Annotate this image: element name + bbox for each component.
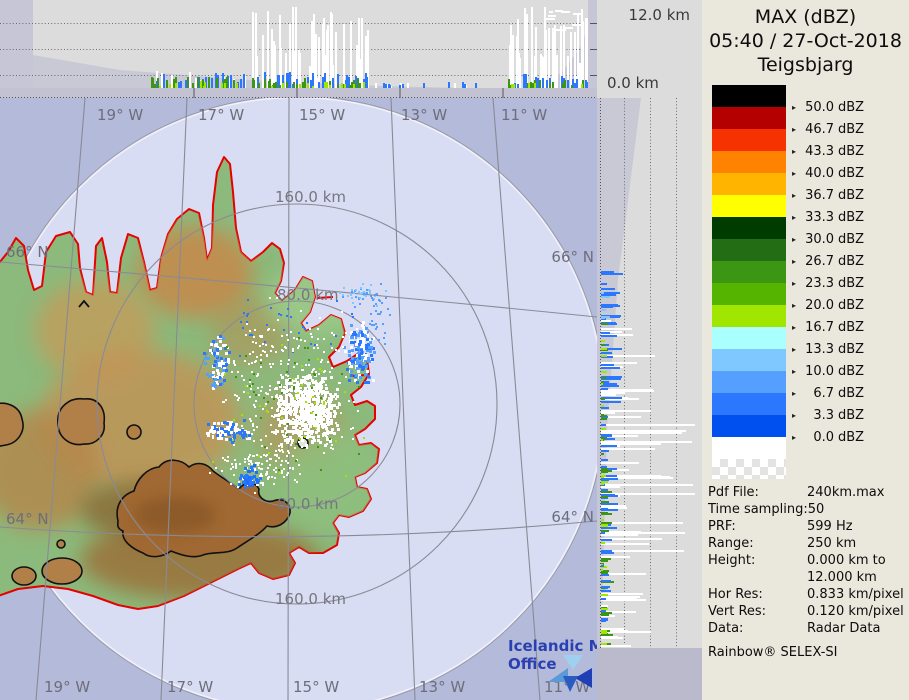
product-header: MAX (dBZ) 05:40 / 27-Oct-2018 Teigsbjarg	[702, 5, 909, 77]
legend-color-band	[712, 151, 786, 173]
lon-label-top: 13° W	[401, 106, 447, 124]
legend-color-band	[712, 239, 786, 261]
legend-threshold-label: ▸ 40.0 dBZ	[792, 165, 865, 181]
legend-threshold-label: ▸ 43.3 dBZ	[792, 143, 865, 159]
legend-threshold-label: ▸ 36.7 dBZ	[792, 187, 865, 203]
legend-color-band	[712, 371, 786, 393]
legend-color-band	[712, 107, 786, 129]
legend-color-band	[712, 305, 786, 327]
lon-label-top: 17° W	[198, 106, 244, 124]
metadata-value: 250 km	[807, 536, 857, 551]
lon-label-top: 15° W	[299, 106, 345, 124]
right-profile-left-margin	[597, 98, 601, 648]
metadata-label: Vert Res:	[708, 604, 767, 619]
legend-color-band	[712, 261, 786, 283]
lon-label-bottom: 19° W	[44, 678, 90, 696]
right-height-profile	[597, 98, 702, 700]
ring-label: 160.0 km	[275, 188, 346, 206]
legend-color-band	[712, 393, 786, 415]
height-axis-box: 12.0 km 0.0 km	[590, 0, 702, 98]
metadata-row: Hor Res: 0.833 km/pixel	[708, 586, 908, 603]
metadata-row: Vert Res: 0.120 km/pixel	[708, 603, 908, 620]
legend-threshold-label: ▸ 20.0 dBZ	[792, 297, 865, 313]
right-profile-bottom-margin	[597, 648, 702, 700]
radar-map-scene: 19° W 17° W 15° W 13° W 11° W 19° W 17° …	[0, 0, 702, 700]
legend-threshold-label: ▸ 3.3 dBZ	[792, 407, 865, 423]
metadata-label: PRF:	[708, 519, 736, 534]
metadata-value: 0.833 km/pixel	[807, 587, 904, 602]
metadata-label: Pdf File:	[708, 485, 759, 500]
legend-color-band	[712, 195, 786, 217]
legend-color-band	[712, 129, 786, 151]
legend-threshold-label: ▸ 6.7 dBZ	[792, 385, 865, 401]
legend-threshold-label: ▸ 16.7 dBZ	[792, 319, 865, 335]
lat-label-right: 64° N	[551, 508, 594, 526]
metadata-label: Data:	[708, 621, 744, 636]
metadata-value: 599 Hz	[807, 519, 853, 534]
legend-color-band	[712, 415, 786, 437]
ring-label: 160.0 km	[275, 590, 346, 608]
legend-color-band	[712, 283, 786, 305]
lon-label-bottom: 15° W	[293, 678, 339, 696]
product-datetime: 05:40 / 27-Oct-2018	[709, 30, 902, 52]
metadata-value: 240km.max	[807, 485, 885, 500]
reflectivity-legend: ▸ 50.0 dBZ ▸ 46.7 dBZ ▸ 43.3 dBZ ▸ 40.0 dBZ ▸ 36.7 dBZ…	[712, 85, 907, 485]
legend-threshold-label: ▸ 33.3 dBZ	[792, 209, 865, 225]
ring-label: 80.0 km	[277, 286, 338, 304]
metadata-row: Height: 0.000 km to 12.000 km	[708, 552, 908, 586]
lon-label-bottom: 13° W	[419, 678, 465, 696]
metadata-row: Range: 250 km	[708, 535, 908, 552]
height-max-label: 12.0 km	[629, 6, 690, 24]
top-profile-left-margin	[0, 0, 33, 88]
lat-label-right: 66° N	[551, 248, 594, 266]
legend-color-band	[712, 349, 786, 371]
radar-station-name: Teigsbjarg	[757, 54, 854, 76]
lon-label-top: 11° W	[501, 106, 547, 124]
info-panel: MAX (dBZ) 05:40 / 27-Oct-2018 Teigsbjarg…	[702, 0, 909, 700]
product-title: MAX (dBZ)	[754, 6, 857, 28]
legend-threshold-label: ▸ 13.3 dBZ	[792, 341, 865, 357]
legend-threshold-label: ▸ 50.0 dBZ	[792, 99, 865, 115]
metadata-label: Hor Res:	[708, 587, 763, 602]
legend-threshold-label: ▸ 46.7 dBZ	[792, 121, 865, 137]
legend-threshold-label: ▸ 23.3 dBZ	[792, 275, 865, 291]
map-area: 19° W 17° W 15° W 13° W 11° W 19° W 17° …	[0, 98, 597, 700]
legend-transparent-band	[712, 459, 786, 479]
metadata-label: Time sampling:	[708, 502, 808, 517]
metadata-value: 0.120 km/pixel	[807, 604, 904, 619]
metadata-row: Pdf File: 240km.max	[708, 484, 908, 501]
metadata-row: PRF: 599 Hz	[708, 518, 908, 535]
lat-label-left: 64° N	[6, 510, 49, 528]
legend-color-band	[712, 85, 786, 107]
lon-label-top: 19° W	[97, 106, 143, 124]
legend-threshold-label: ▸ 30.0 dBZ	[792, 231, 865, 247]
metadata-value: 50	[807, 502, 825, 517]
legend-threshold-label: ▸ 26.7 dBZ	[792, 253, 865, 269]
height-min-label: 0.0 km	[607, 74, 659, 92]
software-brand: Rainbow® SELEX-SI	[708, 645, 838, 660]
legend-color-band	[712, 217, 786, 239]
metadata-label: Height:	[708, 553, 756, 568]
product-metadata: Pdf File: 240km.max Time sampling: 50 PRF: 59…	[708, 484, 908, 637]
metadata-value: Radar Data	[807, 621, 881, 636]
metadata-row: Data: Radar Data	[708, 620, 908, 637]
legend-color-band	[712, 173, 786, 195]
imo-logo-text2: Office	[508, 655, 557, 673]
top-profile-axis-band	[0, 88, 597, 98]
legend-color-band	[712, 327, 786, 349]
radar-display-window: 19° W 17° W 15° W 13° W 11° W 19° W 17° …	[0, 0, 909, 700]
metadata-label: Range:	[708, 536, 754, 551]
legend-threshold-label: ▸ 0.0 dBZ	[792, 429, 865, 445]
metadata-row: Time sampling: 50	[708, 501, 908, 518]
legend-below-threshold-band	[712, 437, 786, 459]
ring-label: 80.0 km	[277, 495, 338, 513]
lon-label-bottom: 17° W	[167, 678, 213, 696]
legend-threshold-label: ▸ 10.0 dBZ	[792, 363, 865, 379]
lat-label-left: 66° N	[6, 243, 49, 261]
metadata-value: 0.000 km to 12.000 km	[807, 553, 886, 585]
